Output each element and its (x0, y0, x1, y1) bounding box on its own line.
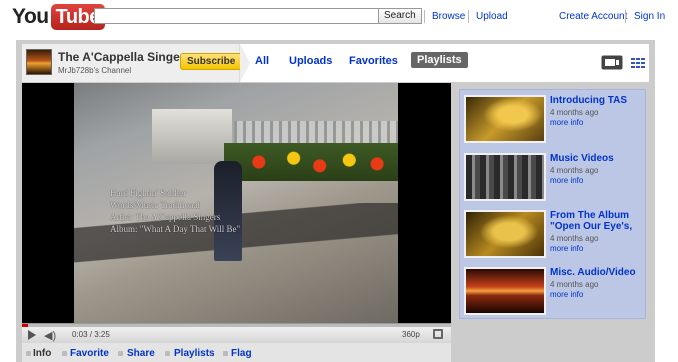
tab-favorites[interactable]: Favorites (349, 55, 398, 67)
playlist-age: 4 months ago (550, 108, 599, 117)
flag-bullet-icon (223, 351, 228, 356)
tab-uploads[interactable]: Uploads (289, 55, 332, 67)
more-info-link[interactable]: more info (550, 290, 583, 299)
channel-title[interactable]: The A'Cappella Singers (58, 50, 191, 64)
time-display: 0:03 / 3:25 (72, 330, 110, 339)
progress-played (22, 324, 29, 327)
search-button[interactable]: Search (378, 8, 422, 24)
channel-avatar[interactable] (26, 49, 52, 75)
more-info-link[interactable]: more info (550, 176, 583, 185)
playlist-thumbnail[interactable] (464, 95, 546, 143)
subscribe-button[interactable]: Subscribe (180, 53, 243, 70)
player-controls: ◀) 0:03 / 3:25 360p (22, 323, 451, 343)
playlist-title[interactable]: Music Videos (550, 153, 646, 164)
favorite-bullet-icon (62, 351, 67, 356)
logo-you: You (12, 4, 49, 28)
playlist-title[interactable]: From The Album "Open Our Eye's, (550, 210, 646, 232)
channel-panel: The A'Cappella Singers MrJb728b's Channe… (16, 40, 655, 362)
playlist-item[interactable]: Music Videos 4 months ago more info (464, 151, 644, 205)
share-bullet-icon (118, 351, 123, 356)
channel-subtitle[interactable]: MrJb728b's Channel (58, 66, 131, 75)
share-tab[interactable]: Share (127, 348, 155, 359)
playlist-thumbnail[interactable] (464, 267, 546, 315)
playlist-item[interactable]: Introducing TAS 4 months ago more info (464, 93, 644, 147)
video-scene-flowers (224, 143, 398, 181)
favorite-tab[interactable]: Favorite (70, 348, 109, 359)
playlist-item[interactable]: From The Album "Open Our Eye's, 4 months… (464, 208, 644, 262)
video-player[interactable]: Hard Fightin' Soldier Words/Music Tradit… (22, 83, 451, 323)
quality-selector[interactable]: 360p (402, 330, 420, 339)
divider (468, 10, 469, 23)
playlist-thumbnail[interactable] (464, 153, 546, 201)
player-view-icon[interactable] (601, 55, 623, 70)
more-info-link[interactable]: more info (550, 244, 583, 253)
grid-view-icon[interactable] (627, 55, 649, 70)
video-caption-overlay: Hard Fightin' Soldier Words/Music Tradit… (110, 188, 241, 234)
channel-box-arrow (240, 44, 250, 82)
playlist-title[interactable]: Misc. Audio/Video (550, 267, 646, 278)
fullscreen-icon[interactable] (433, 329, 443, 339)
tab-all[interactable]: All (255, 55, 269, 67)
top-bar: You Tube Search Browse Upload Create Acc… (0, 0, 678, 34)
create-account-link[interactable]: Create Account (559, 11, 627, 22)
playlist-age: 4 months ago (550, 234, 599, 243)
volume-icon[interactable]: ◀) (44, 329, 56, 342)
progress-bar[interactable] (22, 324, 451, 327)
search-form: Search (94, 8, 422, 24)
tab-playlists[interactable]: Playlists (411, 52, 468, 68)
info-tab[interactable]: Info (33, 348, 51, 359)
divider (424, 10, 425, 23)
channel-header: The A'Cappella Singers MrJb728b's Channe… (22, 44, 649, 82)
playlist-sidebar: Introducing TAS 4 months ago more info M… (459, 89, 646, 319)
video-scene-monument (152, 109, 232, 164)
playlist-age: 4 months ago (550, 166, 599, 175)
playlists-tab[interactable]: Playlists (174, 348, 215, 359)
browse-link[interactable]: Browse (432, 11, 465, 22)
upload-link[interactable]: Upload (476, 11, 508, 22)
sign-in-link[interactable]: Sign In (634, 11, 665, 22)
playlist-title[interactable]: Introducing TAS (550, 95, 646, 106)
search-input[interactable] (94, 8, 378, 24)
playlist-age: 4 months ago (550, 280, 599, 289)
divider (625, 10, 626, 23)
play-icon[interactable] (28, 330, 36, 340)
info-bullet-icon (26, 351, 31, 356)
video-info-bar: Info Favorite Share Playlists Flag (22, 343, 451, 362)
channel-info: The A'Cappella Singers MrJb728b's Channe… (22, 44, 243, 82)
flag-tab[interactable]: Flag (231, 348, 252, 359)
playlist-item[interactable]: Misc. Audio/Video 4 months ago more info (464, 265, 644, 319)
playlists-bullet-icon (165, 351, 170, 356)
more-info-link[interactable]: more info (550, 118, 583, 127)
youtube-logo[interactable]: You Tube (12, 3, 105, 30)
playlist-thumbnail[interactable] (464, 210, 546, 258)
